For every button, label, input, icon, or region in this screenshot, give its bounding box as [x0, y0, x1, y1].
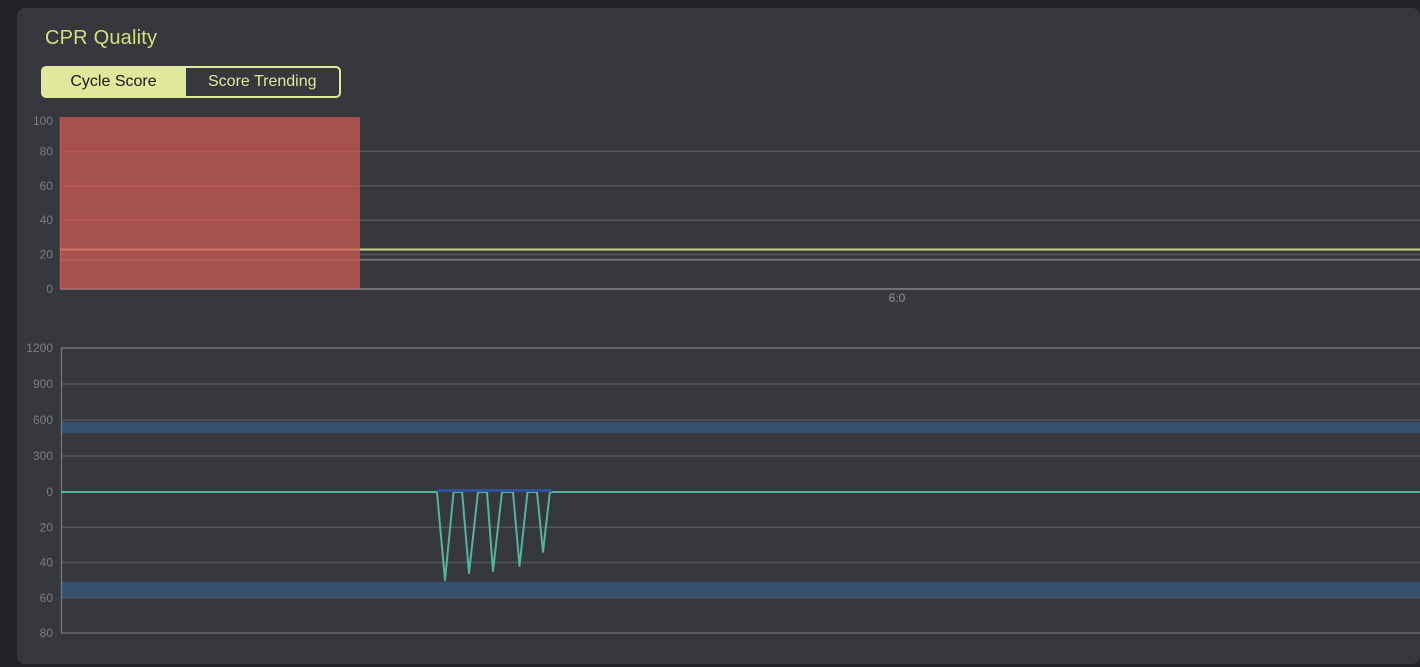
axis-tick-label: 1200 — [26, 341, 53, 355]
cpr-charts-canvas: 100 80 60 40 20 0 6:0 1200 900 600 300 0 20 40 60 80 — [0, 0, 1420, 667]
axis-tick-label: 20 — [40, 520, 54, 534]
lower-target-band — [61, 582, 1420, 598]
axis-tick-label: 0 — [46, 485, 53, 499]
axis-tick-label: 60 — [40, 179, 54, 193]
axis-tick-label: 40 — [40, 556, 54, 570]
axis-tick-label: 80 — [40, 626, 54, 640]
cpr-quality-page: CPR Quality Cycle Score Score Trending 1… — [0, 0, 1420, 667]
axis-tick-label: 40 — [40, 213, 54, 227]
axis-tick-label: 6:0 — [889, 291, 906, 305]
axis-tick-label: 100 — [33, 114, 53, 128]
axis-tick-label: 300 — [33, 449, 53, 463]
axis-tick-label: 600 — [33, 413, 53, 427]
axis-tick-label: 20 — [40, 248, 54, 262]
alert-region — [60, 117, 360, 289]
upper-target-band — [61, 422, 1420, 433]
axis-tick-label: 80 — [40, 144, 54, 158]
axis-tick-label: 0 — [46, 282, 53, 296]
depth-line — [61, 492, 1420, 580]
axis-tick-label: 900 — [33, 377, 53, 391]
axis-tick-label: 60 — [40, 591, 54, 605]
